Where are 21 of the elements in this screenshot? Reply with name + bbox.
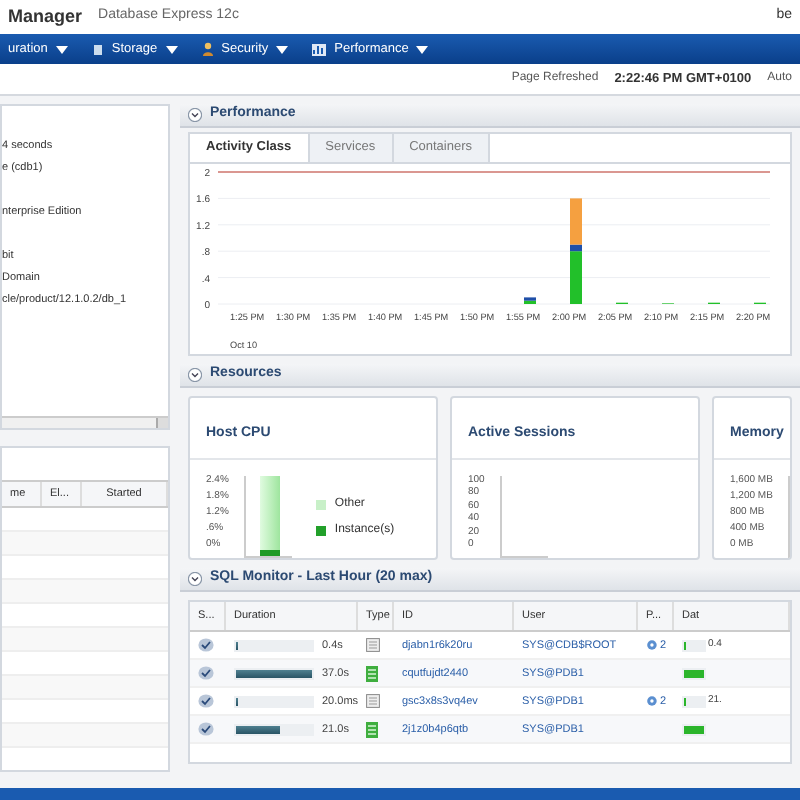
parallel-stack-icon <box>366 665 378 682</box>
parallel-stack-icon <box>366 721 378 738</box>
collapse-icon[interactable] <box>188 108 202 122</box>
chart-icon <box>312 43 327 55</box>
collapse-icon[interactable] <box>188 572 202 586</box>
check-icon <box>198 638 214 653</box>
document-icon <box>366 638 380 653</box>
caret-icon <box>55 45 68 53</box>
check-icon <box>198 666 214 681</box>
plot-axis <box>500 476 549 558</box>
horizontal-scrollbar[interactable] <box>2 416 168 428</box>
caret-icon <box>276 45 289 53</box>
caret-icon <box>416 45 429 53</box>
collapse-icon[interactable] <box>188 368 202 382</box>
caret-icon <box>165 45 178 53</box>
person-icon <box>201 42 214 56</box>
check-icon <box>198 722 214 737</box>
document-icon <box>366 694 380 709</box>
check-icon <box>198 694 214 709</box>
app-title: Manager <box>8 3 83 30</box>
storage-icon <box>91 43 104 55</box>
